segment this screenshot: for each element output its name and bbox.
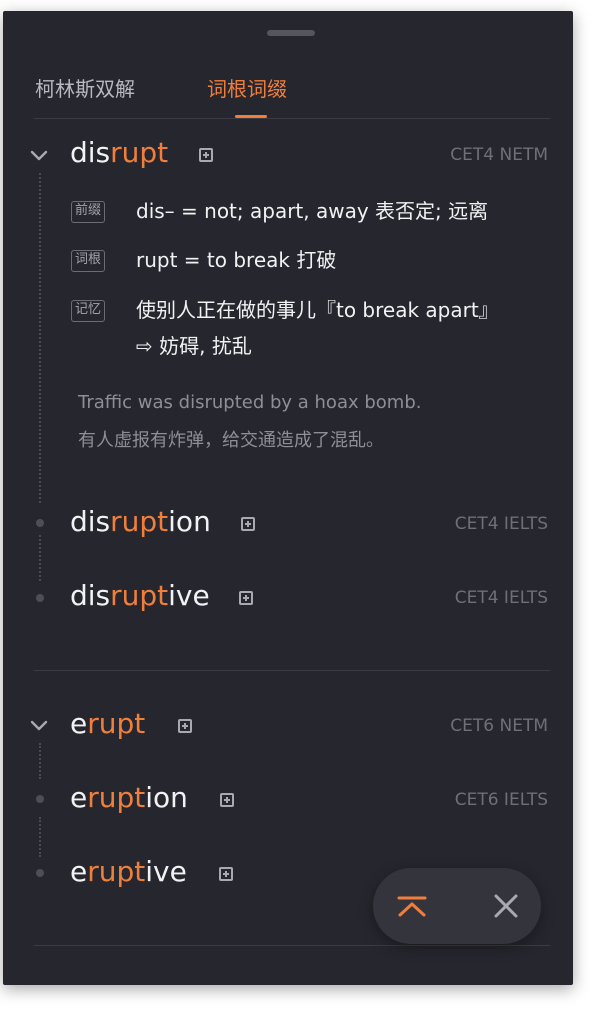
plus-square-icon[interactable] — [178, 719, 192, 733]
dictionary-panel: 柯林斯双解 词根词缀 disrupt CET4 NETM 前缀 dis– = n… — [3, 11, 573, 985]
plus-square-icon[interactable] — [239, 591, 253, 605]
tab-word-roots[interactable]: 词根词缀 — [207, 75, 287, 103]
root-explanation: rupt = to break 打破 — [136, 248, 337, 272]
exam-tags: CET4 IELTS — [454, 514, 548, 534]
tree-line — [39, 817, 41, 857]
scroll-top-icon — [397, 896, 427, 917]
exam-tags: CET6 IELTS — [454, 790, 548, 810]
plus-square-icon[interactable] — [219, 867, 233, 881]
example-sentence-zh: 有人虚报有炸弹，给交通造成了混乱。 — [78, 430, 384, 451]
section-divider — [34, 670, 550, 671]
example-sentence-en: Traffic was disrupted by a hoax bomb. — [78, 392, 422, 413]
prefix-explanation: dis– = not; apart, away 表否定; 远离 — [136, 199, 489, 223]
memory-meaning: ⇨ 妨碍, 扰乱 — [136, 334, 252, 358]
memory-badge: 记忆 — [71, 300, 106, 322]
tabs-divider — [34, 118, 550, 119]
tree-node — [36, 594, 44, 602]
chevron-down-icon[interactable] — [29, 719, 49, 733]
tree-line — [39, 173, 41, 503]
word-eruptive[interactable]: eruptive — [70, 855, 187, 889]
word-disruption[interactable]: disruption — [70, 505, 211, 539]
root-badge: 词根 — [71, 250, 106, 272]
scroll-top-button[interactable] — [373, 868, 457, 944]
chevron-down-icon[interactable] — [29, 149, 49, 163]
tree-line — [39, 743, 41, 779]
tree-line — [39, 535, 41, 581]
tree-node — [36, 519, 44, 527]
word-erupt[interactable]: erupt — [70, 707, 145, 741]
word-disruptive[interactable]: disruptive — [70, 579, 210, 613]
exam-tags: CET4 IELTS — [454, 588, 548, 608]
floating-action-bar — [373, 868, 541, 944]
word-eruption[interactable]: eruption — [70, 781, 188, 815]
drag-handle[interactable] — [267, 30, 315, 36]
word-disrupt[interactable]: disrupt — [70, 136, 168, 170]
exam-tags: CET6 NETM — [450, 716, 548, 736]
exam-tags: CET4 NETM — [450, 145, 548, 165]
plus-square-icon[interactable] — [199, 148, 213, 162]
prefix-badge: 前缀 — [71, 201, 106, 223]
tree-node — [36, 869, 44, 877]
plus-square-icon[interactable] — [241, 517, 255, 531]
tab-collins[interactable]: 柯林斯双解 — [35, 75, 135, 103]
close-button[interactable] — [457, 868, 541, 944]
bottom-divider — [34, 945, 550, 946]
memory-explanation: 使别人正在做的事儿『to break apart』 — [136, 298, 499, 322]
plus-square-icon[interactable] — [220, 793, 234, 807]
close-icon — [494, 894, 518, 918]
tree-node — [36, 795, 44, 803]
